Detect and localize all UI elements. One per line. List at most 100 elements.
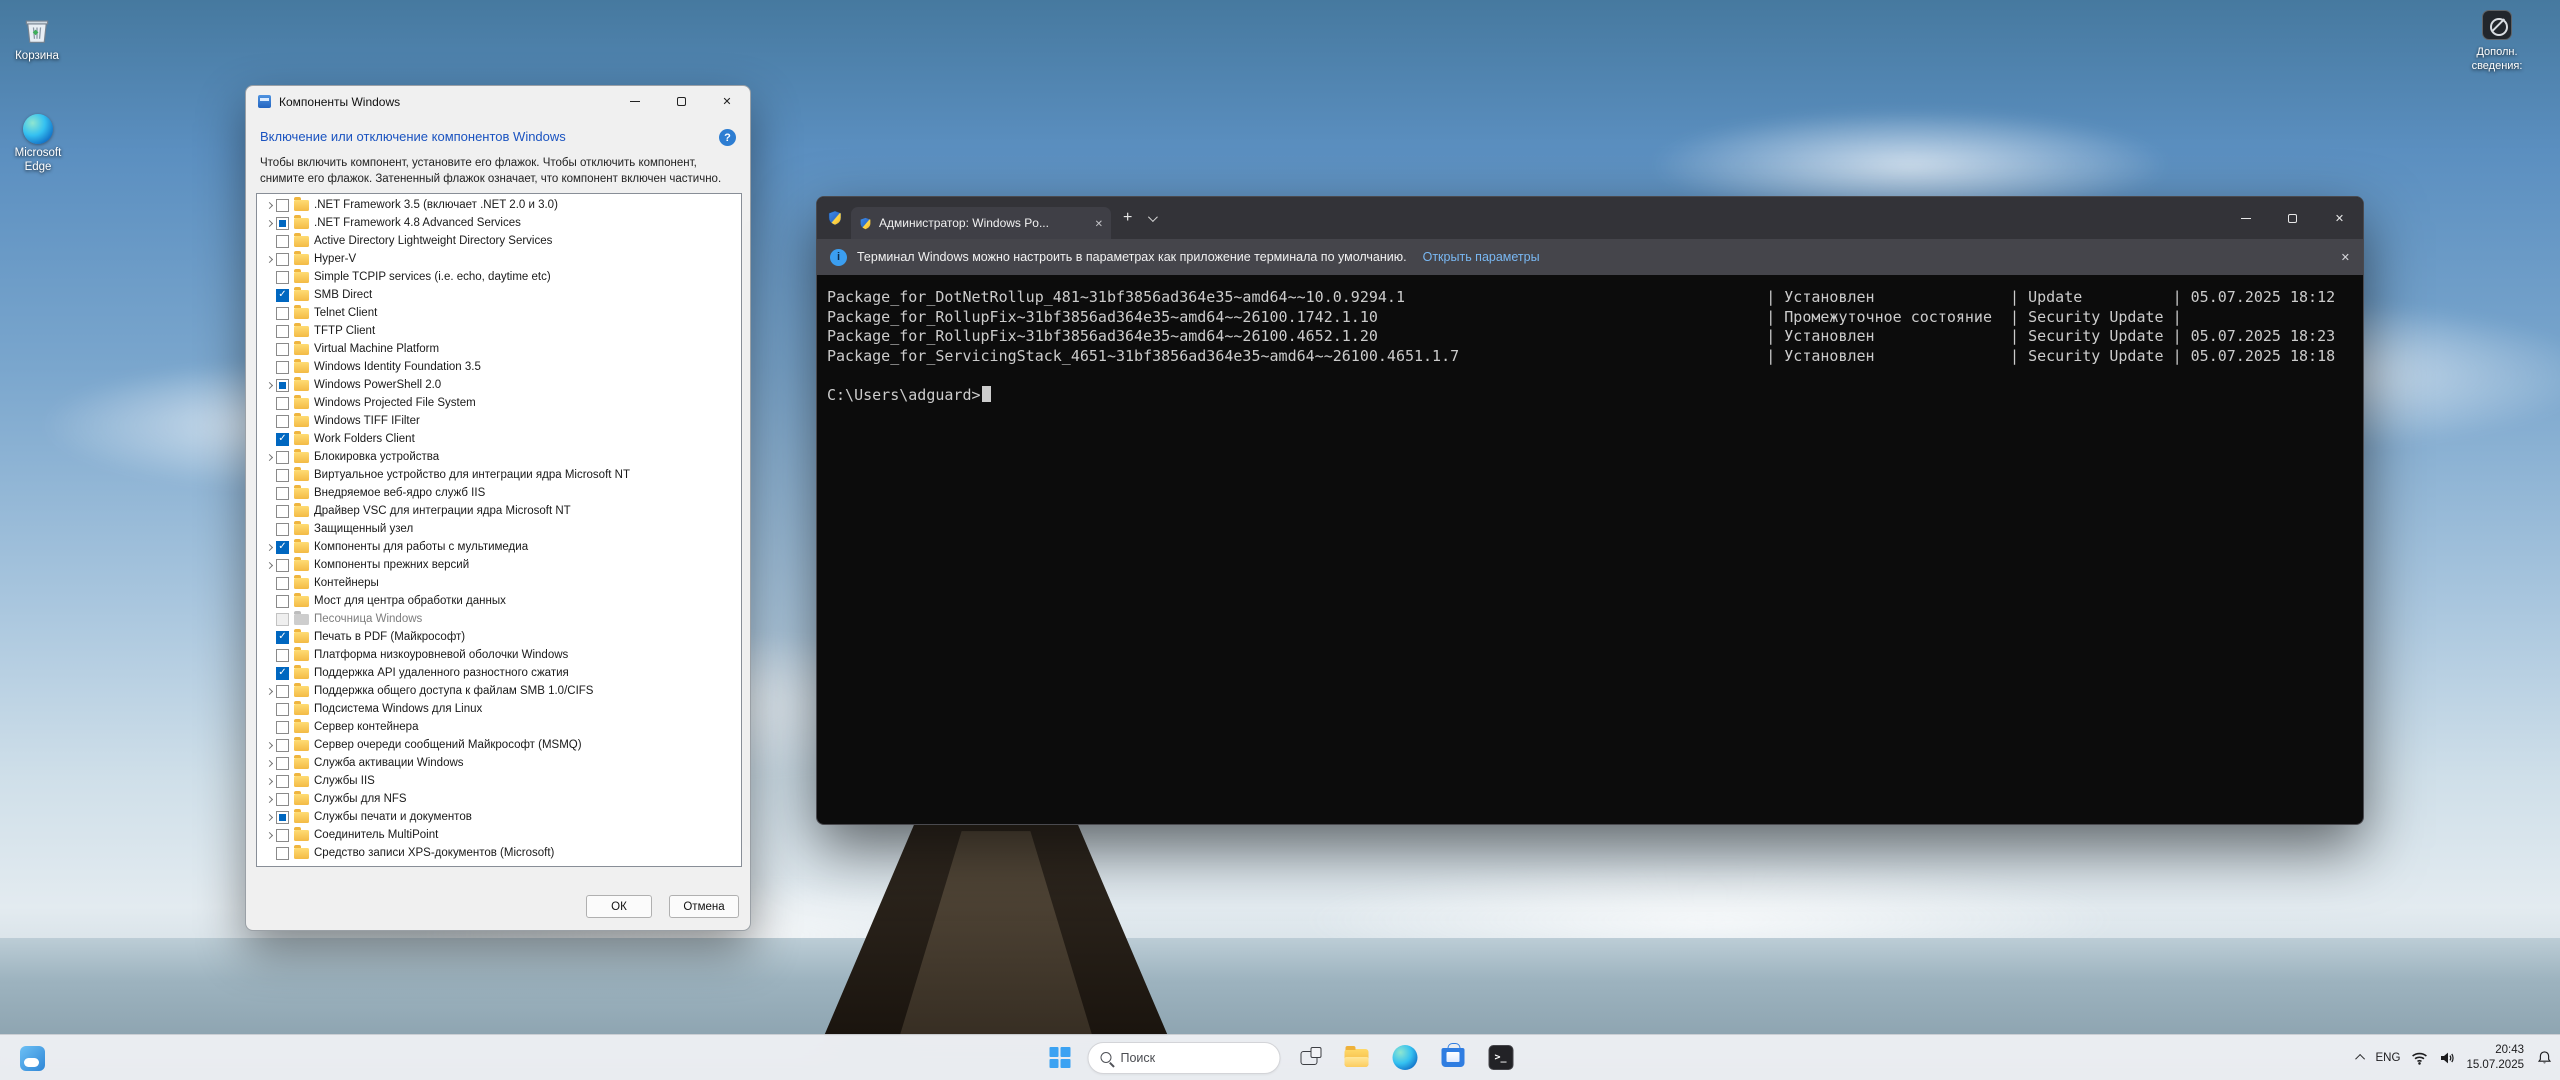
open-settings-link[interactable]: Открыть параметры xyxy=(1423,250,1540,264)
expander-chevron-icon[interactable] xyxy=(262,383,276,388)
expander-chevron-icon[interactable] xyxy=(262,545,276,550)
feature-checkbox[interactable] xyxy=(276,343,289,356)
feature-item[interactable]: Службы для NFS xyxy=(257,790,741,808)
feature-checkbox[interactable] xyxy=(276,235,289,248)
feature-checkbox[interactable] xyxy=(276,739,289,752)
feature-item[interactable]: Службы печати и документов xyxy=(257,808,741,826)
desktop-icon-recycle-bin[interactable]: Корзина xyxy=(4,14,70,64)
expander-chevron-icon[interactable] xyxy=(262,455,276,460)
ok-button[interactable]: ОК xyxy=(586,895,652,918)
feature-checkbox[interactable] xyxy=(276,703,289,716)
feature-checkbox[interactable] xyxy=(276,595,289,608)
feature-item[interactable]: Подсистема Windows для Linux xyxy=(257,700,741,718)
feature-item[interactable]: Драйвер VSC для интеграции ядра Microsof… xyxy=(257,502,741,520)
feature-checkbox[interactable] xyxy=(276,829,289,842)
feature-checkbox[interactable] xyxy=(276,721,289,734)
feature-checkbox[interactable] xyxy=(276,325,289,338)
expander-chevron-icon[interactable] xyxy=(262,779,276,784)
feature-checkbox[interactable] xyxy=(276,649,289,662)
language-indicator[interactable]: ENG xyxy=(2376,1052,2401,1064)
notification-bell-icon[interactable] xyxy=(2537,1050,2552,1065)
feature-checkbox[interactable] xyxy=(276,271,289,284)
expander-chevron-icon[interactable] xyxy=(262,797,276,802)
terminal-titlebar[interactable]: Администратор: Windows Po... + xyxy=(817,197,2363,239)
feature-item[interactable]: Сервер очереди сообщений Майкрософт (MSM… xyxy=(257,736,741,754)
expander-chevron-icon[interactable] xyxy=(262,815,276,820)
info-badge[interactable]: Дополн. сведения: xyxy=(2458,10,2536,74)
feature-item[interactable]: Virtual Machine Platform xyxy=(257,340,741,358)
tray-overflow-chevron-icon[interactable] xyxy=(2355,1054,2365,1064)
start-button[interactable] xyxy=(1040,1038,1080,1078)
expander-chevron-icon[interactable] xyxy=(262,203,276,208)
feature-item[interactable]: Блокировка устройства xyxy=(257,448,741,466)
feature-tree[interactable]: .NET Framework 3.5 (включает .NET 2.0 и … xyxy=(256,193,742,867)
feature-checkbox[interactable] xyxy=(276,757,289,770)
feature-checkbox[interactable] xyxy=(276,253,289,266)
terminal-screen[interactable]: Package_for_DotNetRollup_481~31bf3856ad3… xyxy=(817,275,2363,418)
task-view-button[interactable] xyxy=(1289,1038,1329,1078)
feature-checkbox[interactable] xyxy=(276,199,289,212)
feature-checkbox[interactable] xyxy=(276,505,289,518)
widgets-button[interactable] xyxy=(12,1042,52,1074)
minimize-button[interactable] xyxy=(612,86,658,117)
feature-checkbox[interactable]: ✓ xyxy=(276,433,289,446)
feature-checkbox[interactable] xyxy=(276,685,289,698)
feature-item[interactable]: Защищенный узел xyxy=(257,520,741,538)
terminal-maximize-button[interactable] xyxy=(2269,197,2316,239)
terminal-close-button[interactable] xyxy=(2316,197,2363,239)
dialog-titlebar[interactable]: Компоненты Windows xyxy=(246,86,750,117)
cancel-button[interactable]: Отмена xyxy=(669,895,739,918)
feature-item[interactable]: ✓Поддержка API удаленного разностного сж… xyxy=(257,664,741,682)
feature-checkbox[interactable] xyxy=(276,415,289,428)
feature-item[interactable]: Компоненты прежних версий xyxy=(257,556,741,574)
close-button[interactable] xyxy=(704,86,750,117)
feature-item[interactable]: Telnet Client xyxy=(257,304,741,322)
maximize-button[interactable] xyxy=(658,86,704,117)
feature-item[interactable]: Платформа низкоуровневой оболочки Window… xyxy=(257,646,741,664)
feature-item[interactable]: Службы IIS xyxy=(257,772,741,790)
feature-item[interactable]: Служба активации Windows xyxy=(257,754,741,772)
feature-item[interactable]: ✓Work Folders Client xyxy=(257,430,741,448)
expander-chevron-icon[interactable] xyxy=(262,689,276,694)
feature-item[interactable]: Windows Identity Foundation 3.5 xyxy=(257,358,741,376)
feature-item[interactable]: Windows PowerShell 2.0 xyxy=(257,376,741,394)
feature-checkbox[interactable]: ✓ xyxy=(276,541,289,554)
feature-item[interactable]: Windows TIFF IFilter xyxy=(257,412,741,430)
terminal-minimize-button[interactable] xyxy=(2222,197,2269,239)
expander-chevron-icon[interactable] xyxy=(262,743,276,748)
feature-checkbox[interactable] xyxy=(276,307,289,320)
feature-checkbox[interactable] xyxy=(276,361,289,374)
store-button[interactable] xyxy=(1433,1038,1473,1078)
clock[interactable]: 20:43 15.07.2025 xyxy=(2466,1043,2524,1073)
feature-item[interactable]: Simple TCPIP services (i.e. echo, daytim… xyxy=(257,268,741,286)
feature-item[interactable]: Соединитель MultiPoint xyxy=(257,826,741,844)
info-close-icon[interactable] xyxy=(2341,250,2350,264)
feature-checkbox[interactable] xyxy=(276,451,289,464)
terminal-tab[interactable]: Администратор: Windows Po... xyxy=(851,207,1111,239)
feature-item[interactable]: Сервер контейнера xyxy=(257,718,741,736)
feature-checkbox[interactable]: ✓ xyxy=(276,667,289,680)
expander-chevron-icon[interactable] xyxy=(262,257,276,262)
expander-chevron-icon[interactable] xyxy=(262,221,276,226)
feature-checkbox[interactable] xyxy=(276,469,289,482)
feature-item[interactable]: Active Directory Lightweight Directory S… xyxy=(257,232,741,250)
feature-item[interactable]: Песочница Windows xyxy=(257,610,741,628)
feature-item[interactable]: Контейнеры xyxy=(257,574,741,592)
file-explorer-button[interactable] xyxy=(1337,1038,1377,1078)
feature-checkbox[interactable] xyxy=(276,559,289,572)
search-box[interactable]: Поиск xyxy=(1088,1042,1281,1074)
expander-chevron-icon[interactable] xyxy=(262,761,276,766)
feature-item[interactable]: ✓Компоненты для работы с мультимедиа xyxy=(257,538,741,556)
feature-checkbox[interactable]: ✓ xyxy=(276,289,289,302)
feature-item[interactable]: Внедряемое веб-ядро служб IIS xyxy=(257,484,741,502)
feature-checkbox[interactable] xyxy=(276,217,289,230)
edge-button[interactable] xyxy=(1385,1038,1425,1078)
feature-item[interactable]: TFTP Client xyxy=(257,322,741,340)
feature-item[interactable]: Мост для центра обработки данных xyxy=(257,592,741,610)
expander-chevron-icon[interactable] xyxy=(262,833,276,838)
tab-dropdown-icon[interactable] xyxy=(1148,212,1158,222)
feature-checkbox[interactable] xyxy=(276,397,289,410)
feature-checkbox[interactable] xyxy=(276,379,289,392)
volume-icon[interactable] xyxy=(2439,1051,2455,1065)
tab-close-icon[interactable] xyxy=(1095,216,1103,230)
